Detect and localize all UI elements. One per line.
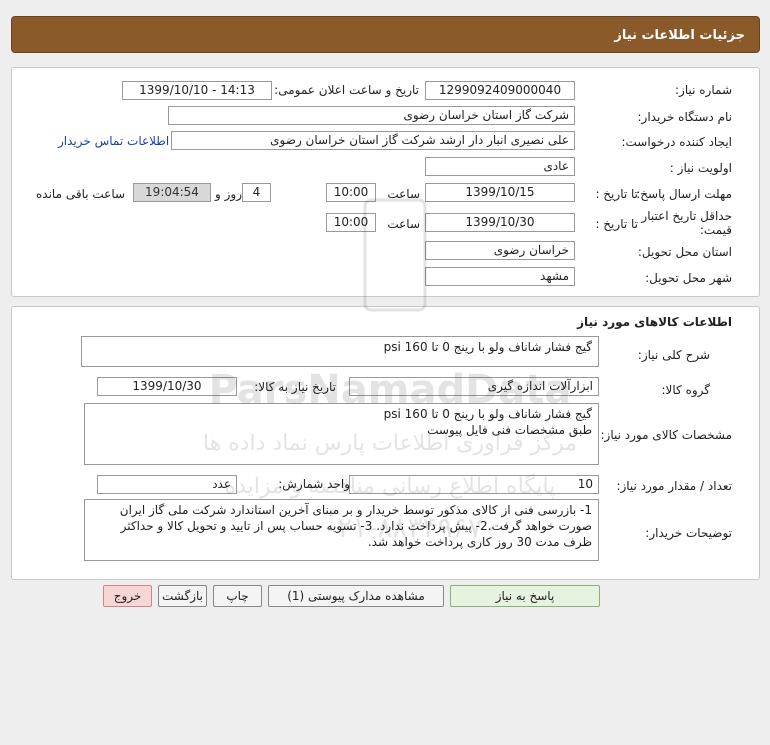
deadline-date-field: 1399/10/15 [425,183,575,202]
notes-label: توضیحات خریدار: [645,526,732,540]
specs-field: گیج فشار شاناف ولو با رینج 0 تا 160 psi … [84,403,599,465]
remaining-label: ساعت باقی مانده [36,187,126,201]
buyer-org-field: شرکت گاز استان خراسان رضوی [168,106,575,125]
specs-line-2: طبق مشخصات فنی فایل پیوست [427,423,592,437]
creator-label: ایجاد کننده درخواست: [621,135,732,149]
unit-field: عدد [97,475,237,494]
need-number-field: 1299092409000040 [425,81,575,100]
validity-hour-label: ساعت [387,217,420,231]
deadline-until-label: تا تاریخ : [595,187,638,201]
page-header: جزئیات اطلاعات نیاز [11,16,760,53]
deadline-hour-label: ساعت [387,187,420,201]
announce-datetime-field: 1399/10/10 - 14:13 [122,81,272,100]
specs-label: مشخصات کالای مورد نیاز: [600,428,732,442]
need-date-label: تاریخ نیاز به کالا: [254,380,336,394]
print-button[interactable]: چاپ [213,585,262,607]
remaining-days-field: 4 [242,183,271,202]
specs-line-1: گیج فشار شاناف ولو با رینج 0 تا 160 psi [383,407,592,421]
back-button[interactable]: بازگشت [158,585,207,607]
validity-date-field: 1399/10/30 [425,213,575,232]
goods-section-title: اطلاعات کالاهای مورد نیاز [577,315,732,329]
creator-field: علی نصیری انبار دار ارشد شرکت گاز استان … [171,131,575,150]
quantity-field: 10 [349,475,599,494]
city-field: مشهد [425,267,575,286]
notes-field: 1- بازرسی فنی از کالای مذکور توسط خریدار… [84,499,599,561]
need-number-label: شماره نیاز: [675,83,732,97]
days-label: روز و [215,187,242,201]
group-field: ابزارآلات اندازه گیری [349,377,599,396]
summary-field: گیج فشار شاناف ولو با رینج 0 تا 160 psi [81,336,599,367]
buyer-org-label: نام دستگاه خریدار: [637,110,733,124]
validity-time-field: 10:00 [326,213,376,232]
city-label: شهر محل تحویل: [645,271,732,285]
page-title: جزئیات اطلاعات نیاز [614,28,745,43]
summary-text: گیج فشار شاناف ولو با رینج 0 تا 160 psi [383,340,592,354]
unit-label: واحد شمارش: [278,477,350,491]
group-label: گروه کالا: [661,383,711,397]
validity-until-label: تا تاریخ : [595,217,638,231]
quantity-label: تعداد / مقدار مورد نیاز: [616,479,732,493]
buyer-contact-link[interactable]: اطلاعات تماس خریدار [58,134,169,148]
province-label: استان محل تحویل: [637,245,732,259]
deadline-time-field: 10:00 [326,183,376,202]
need-details-panel [11,67,760,297]
priority-field: عادی [425,157,575,176]
validity-label-line1: حداقل تاریخ اعتبار [641,209,732,223]
exit-button[interactable]: خروج [103,585,152,607]
deadline-label: مهلت ارسال پاسخ: [636,187,732,201]
province-field: خراسان رضوی [425,241,575,260]
view-attachments-button[interactable]: مشاهده مدارک پیوستی (1) [268,585,444,607]
announce-label: تاریخ و ساعت اعلان عمومی: [274,83,419,97]
validity-label-line2: قیمت: [699,223,732,237]
reply-button[interactable]: پاسخ به نیاز [450,585,600,607]
remaining-time-field: 19:04:54 [133,183,211,202]
summary-label: شرح کلی نیاز: [637,348,710,362]
need-date-field: 1399/10/30 [97,377,237,396]
priority-label: اولویت نیاز : [669,161,732,175]
